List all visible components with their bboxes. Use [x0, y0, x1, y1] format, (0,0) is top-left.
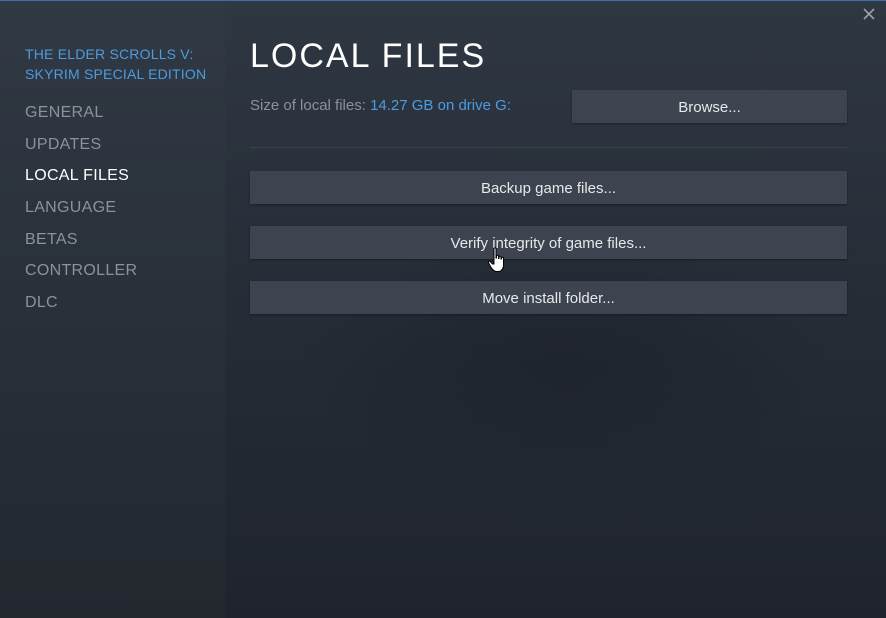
local-files-size: Size of local files: 14.27 GB on drive G… — [250, 97, 511, 114]
sidebar-item-language[interactable]: LANGUAGE — [0, 194, 225, 226]
sidebar-item-dlc[interactable]: DLC — [0, 289, 225, 321]
sidebar-nav: GENERAL UPDATES LOCAL FILES LANGUAGE BET… — [0, 99, 225, 321]
sidebar: THE ELDER SCROLLS V: SKYRIM SPECIAL EDIT… — [0, 1, 225, 618]
browse-button[interactable]: Browse... — [572, 90, 847, 123]
sidebar-item-general[interactable]: GENERAL — [0, 99, 225, 131]
game-title-line1: THE ELDER SCROLLS V: — [25, 46, 194, 62]
background-artwork — [295, 231, 835, 491]
divider — [250, 147, 847, 148]
properties-window: THE ELDER SCROLLS V: SKYRIM SPECIAL EDIT… — [0, 0, 886, 618]
main-panel: LOCAL FILES Size of local files: 14.27 G… — [225, 1, 886, 618]
move-install-folder-button[interactable]: Move install folder... — [250, 281, 847, 314]
sidebar-item-updates[interactable]: UPDATES — [0, 131, 225, 163]
size-label: Size of local files: — [250, 97, 366, 114]
sidebar-item-betas[interactable]: BETAS — [0, 226, 225, 258]
verify-integrity-button[interactable]: Verify integrity of game files... — [250, 226, 847, 259]
backup-game-files-button[interactable]: Backup game files... — [250, 171, 847, 204]
sidebar-item-local-files[interactable]: LOCAL FILES — [0, 162, 225, 194]
game-title: THE ELDER SCROLLS V: SKYRIM SPECIAL EDIT… — [25, 44, 215, 84]
close-icon[interactable] — [860, 5, 878, 23]
page-title: LOCAL FILES — [250, 37, 487, 75]
size-value: 14.27 GB on drive G: — [370, 97, 511, 114]
game-title-line2: SKYRIM SPECIAL EDITION — [25, 66, 207, 82]
sidebar-item-controller[interactable]: CONTROLLER — [0, 257, 225, 289]
